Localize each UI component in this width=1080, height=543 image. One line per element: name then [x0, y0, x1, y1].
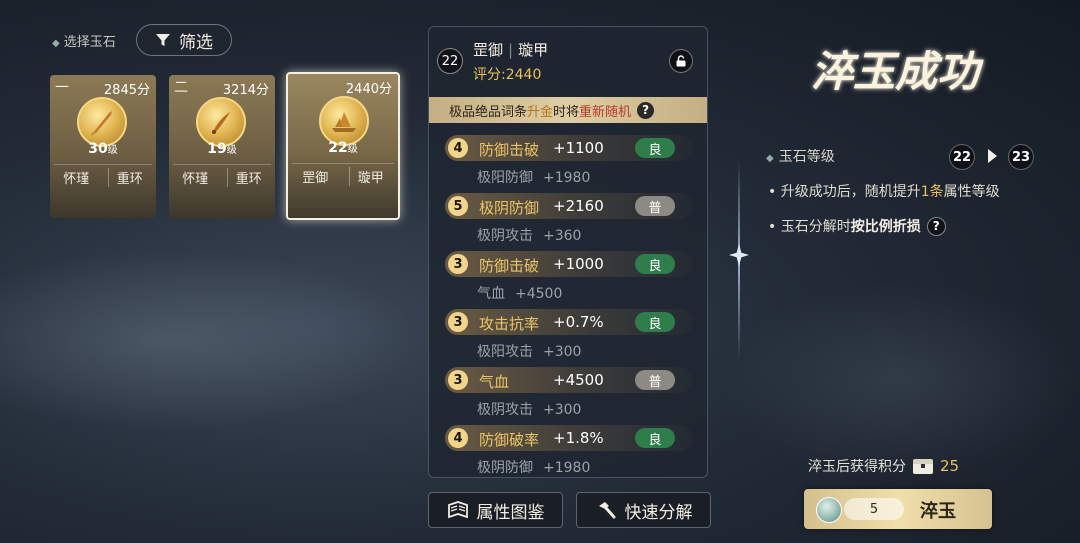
codex-label: 属性图鉴	[476, 502, 545, 523]
decompose-info-line: • 玉石分解时按比例折损 ?	[768, 216, 946, 236]
refine-jade-button[interactable]: 5 淬玉	[804, 489, 992, 529]
attribute-list: 4 防御击破 +1100 良 极阳防御 +1980 5 极阴防御 +2160 普 …	[445, 135, 695, 483]
funnel-icon	[156, 34, 170, 46]
card-rank: 二	[174, 80, 188, 96]
attribute-value: +1100	[553, 139, 604, 157]
attribute-name: 气血	[479, 373, 510, 391]
hammer-icon	[598, 502, 615, 519]
sub-attribute: 极阳防御 +1980	[477, 170, 591, 186]
background-fog	[0, 250, 420, 430]
points-label: 淬玉后获得积分	[808, 459, 906, 475]
jade-coin-icon	[319, 96, 369, 146]
jade-card-3-selected[interactable]: 2440分 22级 罡御 璇甲	[286, 72, 400, 220]
card-tags: 罡御 璇甲	[292, 163, 394, 186]
card-score: 2845分	[103, 83, 150, 98]
attribute-row: 3 气血 +4500 普 极阴攻击 +300	[445, 367, 695, 425]
attribute-row: 3 防御击破 +1000 良 气血 +4500	[445, 251, 695, 309]
background-fog-right	[720, 280, 1080, 480]
attribute-value: +0.7%	[553, 313, 604, 331]
card-score: 3214分	[222, 83, 269, 98]
attribute-tier: 4	[448, 428, 468, 448]
success-title: 淬玉成功	[811, 47, 984, 96]
attribute-value: +4500	[553, 371, 604, 389]
sub-attribute: 极阴攻击 +300	[477, 402, 582, 418]
jade-score: 评分:2440	[473, 67, 542, 83]
card-score: 2440分	[345, 82, 392, 97]
select-jade-text: 选择玉石	[63, 35, 116, 50]
attribute-tier: 3	[448, 254, 468, 274]
sub-attribute: 气血 +4500	[477, 286, 563, 302]
refine-label: 淬玉	[920, 501, 956, 522]
sub-attribute: 极阳攻击 +300	[477, 344, 582, 360]
attribute-tier: 3	[448, 370, 468, 390]
attribute-row: 3 攻击抗率 +0.7% 良 极阳攻击 +300	[445, 309, 695, 367]
points-earned: 淬玉后获得积分 25	[808, 456, 959, 476]
unlock-button[interactable]	[669, 49, 693, 73]
diamond-icon: ◆	[52, 38, 60, 49]
grade-badge: 良	[635, 254, 675, 274]
attribute-name: 攻击抗率	[479, 315, 540, 333]
jade-detail-panel: 22 罡御 | 璇甲 评分:2440 极品绝品词条升金时将重新随机 ? 4 防御击破…	[428, 26, 708, 478]
card-level: 30级	[88, 141, 118, 157]
attribute-name: 防御击破	[479, 257, 540, 275]
card-level: 19级	[207, 141, 237, 157]
jade-card-2[interactable]: 二 3214分 19级 怀瑾 重环	[169, 75, 275, 218]
sparkle-icon	[729, 244, 749, 266]
sub-attribute: 极阴防御 +1980	[477, 460, 591, 476]
attribute-value: +1.8%	[553, 429, 604, 447]
jade-material-icon	[816, 497, 842, 523]
attribute-tier: 5	[448, 196, 468, 216]
select-jade-label: ◆ 选择玉石	[52, 31, 116, 50]
level-from-badge: 22	[949, 144, 975, 170]
arrow-right-icon	[988, 149, 997, 163]
attribute-name: 防御破率	[479, 431, 540, 449]
jade-coin-icon	[196, 97, 246, 147]
quick-decompose-button[interactable]: 快速分解	[576, 492, 711, 528]
jade-card-1[interactable]: 一 2845分 30级 怀瑾 重环	[50, 75, 156, 218]
chest-icon	[913, 459, 933, 474]
grade-badge: 普	[635, 370, 675, 390]
attribute-row: 4 防御击破 +1100 良 极阳防御 +1980	[445, 135, 695, 193]
attribute-codex-button[interactable]: 属性图鉴	[428, 492, 563, 528]
card-rank: 一	[55, 80, 69, 96]
attribute-value: +2160	[553, 197, 604, 215]
attribute-name: 防御击破	[479, 141, 540, 159]
grade-badge: 良	[635, 138, 675, 158]
filter-label: 筛选	[179, 32, 213, 53]
attribute-row: 4 防御破率 +1.8% 良 极阴防御 +1980	[445, 425, 695, 483]
sub-attribute: 极阴攻击 +360	[477, 228, 582, 244]
help-icon[interactable]: ?	[637, 101, 655, 119]
success-title-text: 淬玉成功	[811, 47, 984, 96]
upgrade-info-line: • 升级成功后，随机提升1条属性等级	[768, 184, 1000, 200]
level-to-badge: 23	[1008, 144, 1034, 170]
grade-badge: 普	[635, 196, 675, 216]
grade-badge: 良	[635, 312, 675, 332]
material-count: 5	[844, 498, 904, 520]
attribute-tier: 3	[448, 312, 468, 332]
card-tags: 怀瑾 重环	[54, 164, 152, 187]
jade-name: 罡御 | 璇甲	[473, 41, 549, 59]
card-level: 22级	[328, 140, 358, 156]
points-value: 25	[940, 457, 960, 475]
help-icon[interactable]: ?	[926, 216, 946, 236]
book-icon	[447, 501, 468, 519]
jade-level-label: ◆ 玉石等级	[766, 149, 835, 165]
attribute-tier: 4	[448, 138, 468, 158]
quick-decompose-label: 快速分解	[624, 502, 693, 523]
jade-level-badge: 22	[437, 48, 463, 74]
reroll-notice-banner: 极品绝品词条升金时将重新随机 ?	[429, 97, 707, 123]
diamond-icon: ◆	[766, 153, 774, 164]
card-tags: 怀瑾 重环	[173, 164, 271, 187]
attribute-name: 极阴防御	[479, 199, 540, 217]
filter-button[interactable]: 筛选	[136, 24, 232, 56]
unlock-icon	[676, 55, 686, 67]
attribute-value: +1000	[553, 255, 604, 273]
grade-badge: 良	[635, 428, 675, 448]
jade-coin-icon	[77, 97, 127, 147]
attribute-row: 5 极阴防御 +2160 普 极阴攻击 +360	[445, 193, 695, 251]
